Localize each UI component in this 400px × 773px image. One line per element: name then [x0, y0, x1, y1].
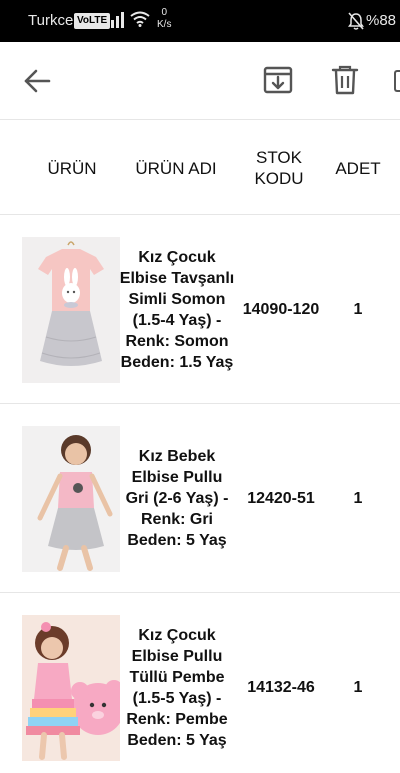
column-header-code: STOK KODU: [254, 148, 304, 188]
arrow-left-icon: [24, 69, 51, 93]
quantity: 1: [353, 300, 363, 318]
table-row[interactable]: Kız Bebek Elbise Pullu Gri (2-6 Yaş) - R…: [0, 404, 400, 593]
back-button[interactable]: [22, 66, 52, 96]
column-header-name: ÜRÜN ADI: [135, 158, 217, 178]
stock-code: 12420-51: [247, 489, 315, 507]
stock-code: 14090-120: [242, 300, 320, 318]
product-name: Kız Çocuk Elbise Pullu Tüllü Pembe (1.5-…: [126, 626, 228, 749]
table-header: ÜRÜN ÜRÜN ADI STOK KODU ADET: [0, 121, 400, 215]
volte-badge: VoLTE: [74, 13, 111, 29]
battery-level: %88: [366, 12, 397, 29]
product-name: Kız Çocuk Elbise Tavşanlı Simli Somon (1…: [119, 248, 235, 371]
wifi-icon: [130, 11, 150, 27]
network-speed-unit: K/s: [157, 19, 172, 30]
status-bar: Turkcell VoLTE 0 K/s %88: [0, 0, 400, 42]
trash-icon: [331, 65, 359, 95]
quantity: 1: [353, 489, 363, 507]
signal-icon: [106, 12, 124, 28]
toolbar: [0, 42, 400, 120]
overflow-button[interactable]: [394, 70, 400, 92]
product-image: [22, 426, 120, 572]
network-speed-value: 0: [161, 7, 167, 18]
table-row[interactable]: Kız Çocuk Elbise Pullu Tüllü Pembe (1.5-…: [0, 593, 400, 773]
bell-off-icon: [348, 12, 364, 30]
product-name: Kız Bebek Elbise Pullu Gri (2-6 Yaş) - R…: [125, 448, 229, 549]
quantity: 1: [353, 678, 363, 696]
table-row[interactable]: Kız Çocuk Elbise Tavşanlı Simli Somon (1…: [0, 215, 400, 404]
column-header-qty: ADET: [335, 158, 381, 178]
order-items-table: ÜRÜN ÜRÜN ADI STOK KODU ADET Kız Çocuk E…: [0, 121, 400, 773]
carrier-name: Turkcell: [28, 12, 80, 29]
product-image: [22, 615, 120, 761]
archive-download-icon: [263, 66, 293, 94]
column-header-product: ÜRÜN: [47, 158, 97, 178]
stock-code: 14132-46: [247, 678, 315, 696]
network-speed: 0 K/s: [157, 7, 171, 31]
product-image: [22, 237, 120, 383]
delete-button[interactable]: [330, 64, 360, 96]
archive-button[interactable]: [262, 64, 294, 96]
